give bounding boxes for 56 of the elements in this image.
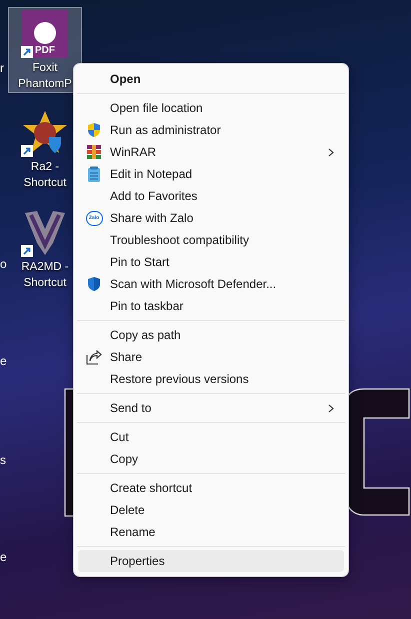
menu-item-label: Share — [110, 349, 144, 366]
menu-item[interactable]: Delete — [78, 499, 344, 521]
menu-item[interactable]: Properties — [78, 550, 344, 572]
menu-item-label: Add to Favorites — [110, 188, 198, 205]
menu-item-label: Troubleshoot compatibility — [110, 232, 250, 249]
menu-item-label: Send to — [110, 400, 152, 417]
menu-item-label: Create shortcut — [110, 480, 194, 497]
icon-label: PhantomP — [18, 77, 72, 92]
icon-label: Foxit — [32, 61, 58, 76]
claw-emblem-icon — [23, 209, 67, 257]
icon-label: Ra2 - — [30, 160, 60, 175]
notepad-icon — [87, 166, 101, 182]
shortcut-arrow-icon — [21, 245, 33, 257]
icon-label: RA2MD - — [21, 260, 69, 275]
icon-label: e — [0, 551, 7, 563]
desktop-shortcut[interactable]: PDF Foxit PhantomP — [8, 7, 82, 93]
icon-label: Shortcut — [24, 276, 66, 291]
menu-item-label: Pin to Start — [110, 254, 170, 271]
menu-item-label: Copy — [110, 451, 140, 468]
shortcut-arrow-icon — [21, 145, 33, 157]
menu-item[interactable]: Cut — [78, 426, 344, 448]
shield-icon — [86, 122, 102, 138]
menu-item-label: Rename — [110, 524, 156, 541]
books-icon — [86, 144, 102, 160]
menu-item[interactable]: Pin to taskbar — [78, 295, 344, 317]
menu-item-label: Share with Zalo — [110, 210, 194, 227]
menu-item-label: Pin to taskbar — [110, 298, 184, 315]
icon-label: r — [0, 62, 4, 74]
menu-item-label: Properties — [110, 553, 166, 570]
menu-item-label: Run as administrator — [110, 122, 222, 139]
menu-item-label: WinRAR — [110, 144, 158, 161]
icon-label: s — [0, 454, 6, 466]
menu-item[interactable]: Copy as path — [78, 324, 344, 346]
chevron-right-icon — [328, 148, 334, 156]
menu-item[interactable]: Copy — [78, 448, 344, 470]
shortcut-arrow-icon — [21, 46, 33, 58]
menu-item[interactable]: Share — [78, 346, 344, 368]
icon-label: o — [0, 258, 7, 270]
menu-item[interactable]: Restore previous versions — [78, 368, 344, 390]
share-icon — [86, 350, 102, 364]
menu-item[interactable]: Create shortcut — [78, 477, 344, 499]
menu-item-label: Open file location — [110, 100, 204, 117]
menu-item-label: Restore previous versions — [110, 371, 250, 388]
icon-label: Shortcut — [24, 176, 66, 191]
menu-item-label: Delete — [110, 502, 146, 519]
menu-item-label: Scan with Microsoft Defender... — [110, 276, 278, 293]
shield-icon — [86, 276, 102, 292]
icon-label: e — [0, 355, 7, 367]
menu-item-label: Copy as path — [110, 327, 182, 344]
menu-item-label: Edit in Notepad — [110, 166, 194, 183]
menu-item-label: Cut — [110, 429, 130, 446]
pdf-app-icon: PDF — [22, 10, 68, 58]
menu-item-label: Open — [110, 71, 142, 88]
menu-item[interactable]: Rename — [78, 521, 344, 543]
chevron-right-icon — [328, 404, 334, 412]
menu-item[interactable]: Send to — [78, 397, 344, 419]
